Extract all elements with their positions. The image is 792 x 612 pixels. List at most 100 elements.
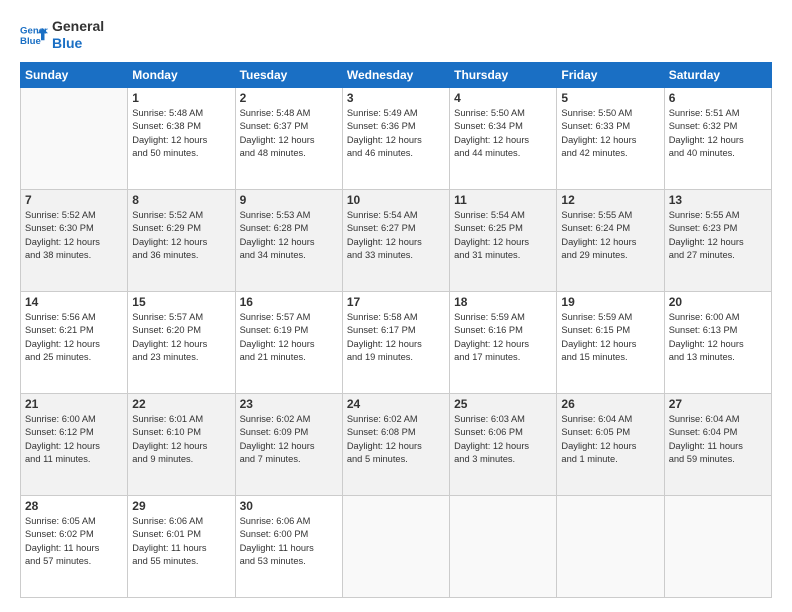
day-number: 14 — [25, 295, 123, 309]
calendar-cell: 23 Sunrise: 6:02 AM Sunset: 6:09 PM Dayli… — [235, 393, 342, 495]
calendar-cell: 5Sunrise: 5:50 AM Sunset: 6:33 PM Daylig… — [557, 87, 664, 189]
calendar-cell: 17 Sunrise: 5:58 AM Sunset: 6:17 PM Dayli… — [342, 291, 449, 393]
col-header-thursday: Thursday — [450, 62, 557, 87]
calendar-cell: 9 Sunrise: 5:53 AM Sunset: 6:28 PM Daylig… — [235, 189, 342, 291]
calendar-cell: 15 Sunrise: 5:57 AM Sunset: 6:20 PM Dayli… — [128, 291, 235, 393]
calendar-cell: 4 Sunrise: 5:50 AM Sunset: 6:34 PM Daylig… — [450, 87, 557, 189]
day-info: Sunrise: 6:04 AM Sunset: 6:04 PM Dayligh… — [669, 413, 767, 467]
day-info: Sunrise: 6:03 AM Sunset: 6:06 PM Dayligh… — [454, 413, 552, 467]
day-info: Sunrise: 5:50 AM Sunset: 6:33 PM Dayligh… — [561, 107, 659, 161]
day-number: 10 — [347, 193, 445, 207]
calendar-cell: 7 Sunrise: 5:52 AM Sunset: 6:30 PM Daylig… — [21, 189, 128, 291]
day-number: 21 — [25, 397, 123, 411]
calendar-cell — [450, 495, 557, 597]
col-header-friday: Friday — [557, 62, 664, 87]
calendar-cell: 29 Sunrise: 6:06 AM Sunset: 6:01 PM Dayli… — [128, 495, 235, 597]
calendar-cell: 22Sunrise: 6:01 AM Sunset: 6:10 PM Dayli… — [128, 393, 235, 495]
day-number: 7 — [25, 193, 123, 207]
header: General Blue General Blue — [20, 18, 772, 52]
calendar-cell: 28 Sunrise: 6:05 AM Sunset: 6:02 PM Dayli… — [21, 495, 128, 597]
day-number: 29 — [132, 499, 230, 513]
day-number: 15 — [132, 295, 230, 309]
day-info: Sunrise: 6:00 AM Sunset: 6:13 PM Dayligh… — [669, 311, 767, 365]
calendar-cell: 3 Sunrise: 5:49 AM Sunset: 6:36 PM Daylig… — [342, 87, 449, 189]
day-number: 4 — [454, 91, 552, 105]
day-info: Sunrise: 5:57 AM Sunset: 6:20 PM Dayligh… — [132, 311, 230, 365]
day-info: Sunrise: 5:59 AM Sunset: 6:16 PM Dayligh… — [454, 311, 552, 365]
day-info: Sunrise: 5:48 AM Sunset: 6:38 PM Dayligh… — [132, 107, 230, 161]
day-number: 27 — [669, 397, 767, 411]
day-info: Sunrise: 6:04 AM Sunset: 6:05 PM Dayligh… — [561, 413, 659, 467]
calendar-cell: 6 Sunrise: 5:51 AM Sunset: 6:32 PM Daylig… — [664, 87, 771, 189]
col-header-tuesday: Tuesday — [235, 62, 342, 87]
day-info: Sunrise: 5:54 AM Sunset: 6:27 PM Dayligh… — [347, 209, 445, 263]
day-number: 25 — [454, 397, 552, 411]
day-info: Sunrise: 6:06 AM Sunset: 6:01 PM Dayligh… — [132, 515, 230, 569]
calendar-header-row: SundayMondayTuesdayWednesdayThursdayFrid… — [21, 62, 772, 87]
day-info: Sunrise: 5:49 AM Sunset: 6:36 PM Dayligh… — [347, 107, 445, 161]
day-info: Sunrise: 6:05 AM Sunset: 6:02 PM Dayligh… — [25, 515, 123, 569]
calendar-cell: 18 Sunrise: 5:59 AM Sunset: 6:16 PM Dayli… — [450, 291, 557, 393]
calendar-cell: 26 Sunrise: 6:04 AM Sunset: 6:05 PM Dayli… — [557, 393, 664, 495]
day-number: 1 — [132, 91, 230, 105]
day-info: Sunrise: 6:00 AM Sunset: 6:12 PM Dayligh… — [25, 413, 123, 467]
day-info: Sunrise: 5:57 AM Sunset: 6:19 PM Dayligh… — [240, 311, 338, 365]
day-info: Sunrise: 5:55 AM Sunset: 6:24 PM Dayligh… — [561, 209, 659, 263]
day-info: Sunrise: 5:53 AM Sunset: 6:28 PM Dayligh… — [240, 209, 338, 263]
calendar-cell: 20 Sunrise: 6:00 AM Sunset: 6:13 PM Dayli… — [664, 291, 771, 393]
day-number: 13 — [669, 193, 767, 207]
day-number: 12 — [561, 193, 659, 207]
svg-text:Blue: Blue — [20, 36, 41, 47]
calendar-cell: 12 Sunrise: 5:55 AM Sunset: 6:24 PM Dayli… — [557, 189, 664, 291]
calendar-cell: 25 Sunrise: 6:03 AM Sunset: 6:06 PM Dayli… — [450, 393, 557, 495]
day-number: 26 — [561, 397, 659, 411]
calendar-cell: 24Sunrise: 6:02 AM Sunset: 6:08 PM Dayli… — [342, 393, 449, 495]
day-info: Sunrise: 5:50 AM Sunset: 6:34 PM Dayligh… — [454, 107, 552, 161]
day-number: 18 — [454, 295, 552, 309]
calendar-cell: 13 Sunrise: 5:55 AM Sunset: 6:23 PM Dayli… — [664, 189, 771, 291]
week-row-5: 28 Sunrise: 6:05 AM Sunset: 6:02 PM Dayli… — [21, 495, 772, 597]
calendar-cell — [664, 495, 771, 597]
day-info: Sunrise: 6:06 AM Sunset: 6:00 PM Dayligh… — [240, 515, 338, 569]
calendar-table: SundayMondayTuesdayWednesdayThursdayFrid… — [20, 62, 772, 598]
day-number: 24 — [347, 397, 445, 411]
logo-icon: General Blue — [20, 21, 48, 49]
day-info: Sunrise: 5:52 AM Sunset: 6:29 PM Dayligh… — [132, 209, 230, 263]
day-number: 8 — [132, 193, 230, 207]
logo: General Blue General Blue — [20, 18, 104, 52]
calendar-cell: 27 Sunrise: 6:04 AM Sunset: 6:04 PM Dayli… — [664, 393, 771, 495]
day-info: Sunrise: 6:02 AM Sunset: 6:09 PM Dayligh… — [240, 413, 338, 467]
day-info: Sunrise: 5:54 AM Sunset: 6:25 PM Dayligh… — [454, 209, 552, 263]
day-info: Sunrise: 5:59 AM Sunset: 6:15 PM Dayligh… — [561, 311, 659, 365]
logo-general: General — [52, 18, 104, 35]
calendar-cell: 8 Sunrise: 5:52 AM Sunset: 6:29 PM Daylig… — [128, 189, 235, 291]
day-number: 23 — [240, 397, 338, 411]
page: General Blue General Blue SundayMondayTu… — [0, 0, 792, 612]
calendar-cell: 19 Sunrise: 5:59 AM Sunset: 6:15 PM Dayli… — [557, 291, 664, 393]
week-row-4: 21 Sunrise: 6:00 AM Sunset: 6:12 PM Dayli… — [21, 393, 772, 495]
day-number: 3 — [347, 91, 445, 105]
day-number: 19 — [561, 295, 659, 309]
day-number: 16 — [240, 295, 338, 309]
col-header-saturday: Saturday — [664, 62, 771, 87]
day-info: Sunrise: 5:48 AM Sunset: 6:37 PM Dayligh… — [240, 107, 338, 161]
day-number: 28 — [25, 499, 123, 513]
day-info: Sunrise: 5:52 AM Sunset: 6:30 PM Dayligh… — [25, 209, 123, 263]
week-row-3: 14 Sunrise: 5:56 AM Sunset: 6:21 PM Dayli… — [21, 291, 772, 393]
day-number: 30 — [240, 499, 338, 513]
day-number: 11 — [454, 193, 552, 207]
day-info: Sunrise: 5:55 AM Sunset: 6:23 PM Dayligh… — [669, 209, 767, 263]
calendar-cell — [21, 87, 128, 189]
day-info: Sunrise: 6:01 AM Sunset: 6:10 PM Dayligh… — [132, 413, 230, 467]
day-info: Sunrise: 5:58 AM Sunset: 6:17 PM Dayligh… — [347, 311, 445, 365]
day-number: 17 — [347, 295, 445, 309]
day-number: 6 — [669, 91, 767, 105]
day-number: 20 — [669, 295, 767, 309]
calendar-cell: 11 Sunrise: 5:54 AM Sunset: 6:25 PM Dayli… — [450, 189, 557, 291]
calendar-cell: 30 Sunrise: 6:06 AM Sunset: 6:00 PM Dayli… — [235, 495, 342, 597]
day-info: Sunrise: 5:56 AM Sunset: 6:21 PM Dayligh… — [25, 311, 123, 365]
week-row-2: 7 Sunrise: 5:52 AM Sunset: 6:30 PM Daylig… — [21, 189, 772, 291]
day-info: Sunrise: 5:51 AM Sunset: 6:32 PM Dayligh… — [669, 107, 767, 161]
calendar-cell: 2Sunrise: 5:48 AM Sunset: 6:37 PM Daylig… — [235, 87, 342, 189]
day-number: 9 — [240, 193, 338, 207]
